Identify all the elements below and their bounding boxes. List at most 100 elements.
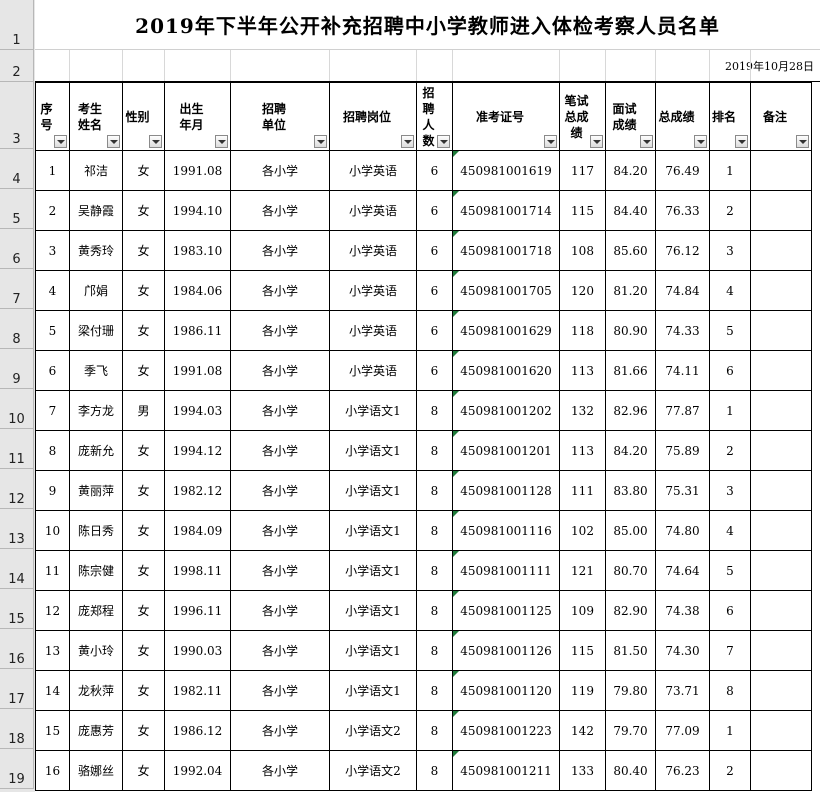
cell-post[interactable]: 小学语文2 [329, 710, 417, 751]
cell-birth[interactable]: 1998.11 [164, 550, 231, 591]
cell-interview[interactable]: 84.40 [605, 190, 656, 231]
cell-count[interactable]: 6 [416, 190, 453, 231]
cell-count[interactable]: 8 [416, 750, 453, 791]
cell-exam_id[interactable]: 450981001111 [452, 550, 560, 591]
cell-count[interactable]: 8 [416, 470, 453, 511]
cell-exam_id[interactable]: 450981001125 [452, 590, 560, 631]
cell-exam_id[interactable]: 450981001120 [452, 670, 560, 711]
cell-gender[interactable]: 女 [122, 670, 165, 711]
cell-post[interactable]: 小学语文1 [329, 470, 417, 511]
cell-exam_id[interactable]: 450981001223 [452, 710, 560, 751]
cell-unit[interactable]: 各小学 [230, 150, 330, 191]
cell-post[interactable]: 小学英语 [329, 230, 417, 271]
cell-birth[interactable]: 1991.08 [164, 150, 231, 191]
row-header-9[interactable]: 9 [0, 349, 34, 389]
cell-seq[interactable]: 4 [35, 270, 70, 311]
row-header-10[interactable]: 10 [0, 389, 34, 429]
cell-post[interactable]: 小学语文1 [329, 590, 417, 631]
cell-note[interactable] [750, 750, 812, 791]
cell-exam_id[interactable]: 450981001718 [452, 230, 560, 271]
cell-post[interactable]: 小学英语 [329, 190, 417, 231]
cell-interview[interactable]: 80.70 [605, 550, 656, 591]
cell-post[interactable]: 小学语文1 [329, 390, 417, 431]
cell-post[interactable]: 小学英语 [329, 350, 417, 391]
cell-count[interactable]: 8 [416, 630, 453, 671]
cell-written[interactable]: 120 [559, 270, 606, 311]
cell-rank[interactable]: 1 [709, 150, 751, 191]
cell-name[interactable]: 祁洁 [69, 150, 123, 191]
cell-gender[interactable]: 女 [122, 270, 165, 311]
cell-count[interactable]: 6 [416, 230, 453, 271]
cell-written[interactable]: 121 [559, 550, 606, 591]
cell-birth[interactable]: 1994.03 [164, 390, 231, 431]
header-count[interactable]: 招聘 人数 [416, 82, 453, 151]
cell-exam_id[interactable]: 450981001128 [452, 470, 560, 511]
cell-post[interactable]: 小学语文1 [329, 630, 417, 671]
cell-note[interactable] [750, 550, 812, 591]
cell-unit[interactable]: 各小学 [230, 590, 330, 631]
row-header-7[interactable]: 7 [0, 269, 34, 309]
cell-written[interactable]: 113 [559, 430, 606, 471]
cell-unit[interactable]: 各小学 [230, 710, 330, 751]
cell-unit[interactable]: 各小学 [230, 390, 330, 431]
filter-dropdown-icon[interactable] [694, 135, 707, 148]
cell-written[interactable]: 108 [559, 230, 606, 271]
cell-note[interactable] [750, 390, 812, 431]
header-rank[interactable]: 排名 [709, 82, 751, 151]
cell-seq[interactable]: 7 [35, 390, 70, 431]
cell-interview[interactable]: 83.80 [605, 470, 656, 511]
row-header-3[interactable]: 3 [0, 82, 34, 149]
filter-dropdown-icon[interactable] [54, 135, 67, 148]
cell-total[interactable]: 74.33 [655, 310, 710, 351]
cell-note[interactable] [750, 670, 812, 711]
cell-note[interactable] [750, 470, 812, 511]
cell-seq[interactable]: 15 [35, 710, 70, 751]
cell-total[interactable]: 76.23 [655, 750, 710, 791]
cell-gender[interactable]: 女 [122, 190, 165, 231]
cell-name[interactable]: 陈日秀 [69, 510, 123, 551]
cell-total[interactable]: 77.09 [655, 710, 710, 751]
cell-rank[interactable]: 6 [709, 590, 751, 631]
cell-written[interactable]: 117 [559, 150, 606, 191]
filter-dropdown-icon[interactable] [215, 135, 228, 148]
cell-post[interactable]: 小学语文1 [329, 510, 417, 551]
cell-count[interactable]: 8 [416, 550, 453, 591]
row-header-5[interactable]: 5 [0, 189, 34, 229]
cell-name[interactable]: 陈宗健 [69, 550, 123, 591]
header-name[interactable]: 考生 姓名 [69, 82, 123, 151]
filter-dropdown-icon[interactable] [401, 135, 414, 148]
cell-seq[interactable]: 3 [35, 230, 70, 271]
cell-birth[interactable]: 1982.12 [164, 470, 231, 511]
cell-unit[interactable]: 各小学 [230, 190, 330, 231]
cell-interview[interactable]: 79.80 [605, 670, 656, 711]
cell-interview[interactable]: 85.00 [605, 510, 656, 551]
cell-seq[interactable]: 9 [35, 470, 70, 511]
cell-interview[interactable]: 80.40 [605, 750, 656, 791]
cell-name[interactable]: 庞惠芳 [69, 710, 123, 751]
cell-name[interactable]: 龙秋萍 [69, 670, 123, 711]
header-written[interactable]: 笔试 总成绩 [559, 82, 606, 151]
row-header-14[interactable]: 14 [0, 549, 34, 589]
cell-birth[interactable]: 1991.08 [164, 350, 231, 391]
cell-post[interactable]: 小学语文1 [329, 550, 417, 591]
cell-count[interactable]: 8 [416, 430, 453, 471]
cell-gender[interactable]: 女 [122, 350, 165, 391]
cell-seq[interactable]: 8 [35, 430, 70, 471]
filter-dropdown-icon[interactable] [640, 135, 653, 148]
row-header-6[interactable]: 6 [0, 229, 34, 269]
header-seq[interactable]: 序号 [35, 82, 70, 151]
cell-post[interactable]: 小学英语 [329, 270, 417, 311]
cell-count[interactable]: 8 [416, 390, 453, 431]
cell-seq[interactable]: 1 [35, 150, 70, 191]
row-header-18[interactable]: 18 [0, 709, 34, 749]
cell-birth[interactable]: 1986.11 [164, 310, 231, 351]
cell-seq[interactable]: 13 [35, 630, 70, 671]
cell-note[interactable] [750, 590, 812, 631]
cell-post[interactable]: 小学英语 [329, 310, 417, 351]
cell-exam_id[interactable]: 450981001211 [452, 750, 560, 791]
cell-rank[interactable]: 8 [709, 670, 751, 711]
cell-interview[interactable]: 81.66 [605, 350, 656, 391]
cell-gender[interactable]: 女 [122, 550, 165, 591]
cell-note[interactable] [750, 430, 812, 471]
cell-seq[interactable]: 2 [35, 190, 70, 231]
